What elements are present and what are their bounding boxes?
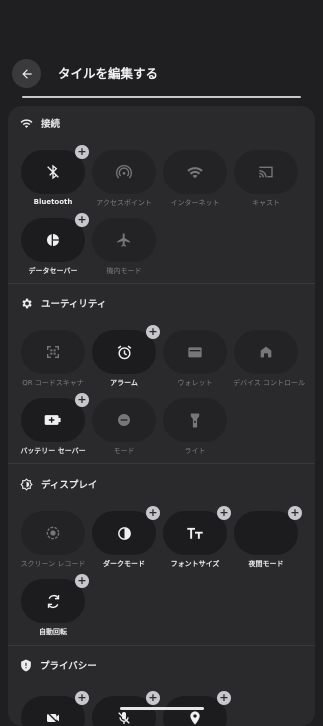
- add-tile-button[interactable]: +: [75, 574, 89, 588]
- screen-record-icon: [46, 526, 60, 540]
- tile-battery-saver[interactable]: + バッテリー セーバー: [20, 393, 89, 456]
- section-label: 接続: [41, 119, 61, 130]
- data-saver-icon: [47, 234, 59, 246]
- gesture-navigation-bar[interactable]: [120, 707, 204, 710]
- header: タイルを編集する: [0, 0, 323, 100]
- tile-label: ダークモード: [103, 560, 145, 568]
- tile-label: アラーム: [110, 379, 138, 387]
- auto-rotate-icon: [47, 594, 59, 608]
- tile-label: モード: [113, 447, 135, 455]
- section-label: ユーティリティ: [41, 299, 107, 310]
- add-tile-button[interactable]: +: [75, 691, 89, 705]
- tile-label: QR コードスキャナ: [22, 379, 84, 387]
- add-tile-button[interactable]: +: [217, 506, 231, 520]
- brightness-icon: [20, 477, 33, 491]
- tile-camera-access[interactable]: +: [20, 691, 89, 726]
- tile-bluetooth[interactable]: + Bluetooth: [20, 145, 89, 206]
- add-tile-button[interactable]: +: [217, 691, 231, 705]
- section-label: ディスプレイ: [41, 480, 98, 491]
- do-not-disturb-icon: [118, 414, 130, 426]
- camera-off-icon: [46, 711, 60, 725]
- add-tile-button[interactable]: +: [146, 506, 160, 520]
- tile-flashlight: ライト: [162, 398, 228, 456]
- section-privacy: プライバシー: [20, 658, 97, 672]
- shield-icon: [21, 659, 31, 671]
- home-icon: [260, 346, 272, 358]
- page-title: タイルを編集する: [58, 66, 159, 81]
- section-connection: 接続: [20, 116, 60, 130]
- tile-mode: モード: [91, 398, 157, 456]
- battery-saver-icon: [44, 415, 61, 425]
- back-button[interactable]: [12, 59, 41, 88]
- tile-hotspot: アクセスポイント: [91, 150, 157, 208]
- add-tile-button[interactable]: +: [288, 506, 302, 520]
- add-tile-button[interactable]: +: [75, 213, 89, 227]
- bluetooth-off-icon: [47, 164, 59, 180]
- hotspot-icon: [116, 164, 132, 179]
- tile-dark-mode[interactable]: + ダークモード: [91, 506, 160, 569]
- flashlight-icon: [190, 413, 200, 427]
- wifi-icon: [20, 118, 33, 128]
- tile-label: フォントサイズ: [170, 560, 220, 568]
- tile-label: アクセスポイント: [96, 199, 152, 207]
- tile-location[interactable]: +: [162, 691, 231, 726]
- tile-font-size[interactable]: + フォントサイズ: [162, 506, 231, 569]
- tiles-panel: 接続 + Bluetooth アクセスポイント インターネット キャスト + デ…: [8, 106, 315, 726]
- gear-icon: [22, 298, 32, 308]
- location-off-icon: [190, 711, 200, 725]
- wifi-icon: [187, 167, 203, 179]
- tile-wallet: ウォレット: [162, 330, 228, 388]
- section-label: プライバシー: [40, 661, 97, 672]
- add-tile-button[interactable]: +: [146, 325, 160, 339]
- font-size-icon: [187, 527, 203, 539]
- arrow-back-icon: [21, 68, 32, 79]
- wallet-icon: [188, 347, 202, 358]
- tile-label: キャスト: [252, 199, 280, 207]
- add-tile-button[interactable]: +: [75, 393, 89, 407]
- divider: [8, 283, 315, 284]
- header-underline: [22, 96, 301, 98]
- mic-off-icon: [118, 712, 130, 724]
- tile-label: デバイス コントロール: [233, 379, 306, 387]
- tile-label: バッテリー セーバー: [20, 447, 86, 455]
- divider: [8, 463, 315, 464]
- tile-qr-scanner: QR コードスキャナ: [20, 330, 86, 388]
- tile-auto-rotate[interactable]: + 自動回転: [20, 574, 89, 637]
- tile-label: ライト: [184, 447, 206, 455]
- tile-label: スクリーン レコード: [20, 560, 86, 568]
- divider: [8, 645, 315, 646]
- add-tile-button[interactable]: +: [75, 145, 89, 159]
- tile-datasaver[interactable]: + データセーバー: [20, 213, 89, 276]
- qr-code-icon: [47, 346, 59, 358]
- tile-cast: キャスト: [233, 150, 299, 208]
- moon-icon: [261, 527, 268, 539]
- tile-label: 自動回転: [39, 628, 67, 636]
- section-utility: ユーティリティ: [20, 296, 106, 310]
- tile-device-control: デバイス コントロール: [233, 330, 306, 388]
- tile-night-mode[interactable]: + 夜間モード: [233, 506, 302, 569]
- tile-airplane: 機内モード: [91, 218, 157, 276]
- tile-label: 夜間モード: [248, 560, 284, 568]
- add-tile-button[interactable]: +: [146, 691, 160, 705]
- tile-label: ウォレット: [177, 379, 213, 387]
- cast-icon: [259, 166, 273, 178]
- tile-label: Bluetooth: [33, 198, 73, 206]
- tile-label: 機内モード: [106, 267, 142, 275]
- tile-screen-record: スクリーン レコード: [20, 511, 86, 569]
- tile-label: インターネット: [170, 199, 220, 207]
- airplane-icon: [117, 233, 130, 247]
- tile-internet: インターネット: [162, 150, 228, 208]
- dark-mode-icon: [117, 526, 131, 540]
- tile-alarm[interactable]: + アラーム: [91, 325, 160, 388]
- section-display: ディスプレイ: [20, 477, 97, 491]
- tile-label: データセーバー: [28, 267, 78, 275]
- tile-mic-access[interactable]: +: [91, 691, 160, 726]
- alarm-icon: [117, 345, 131, 359]
